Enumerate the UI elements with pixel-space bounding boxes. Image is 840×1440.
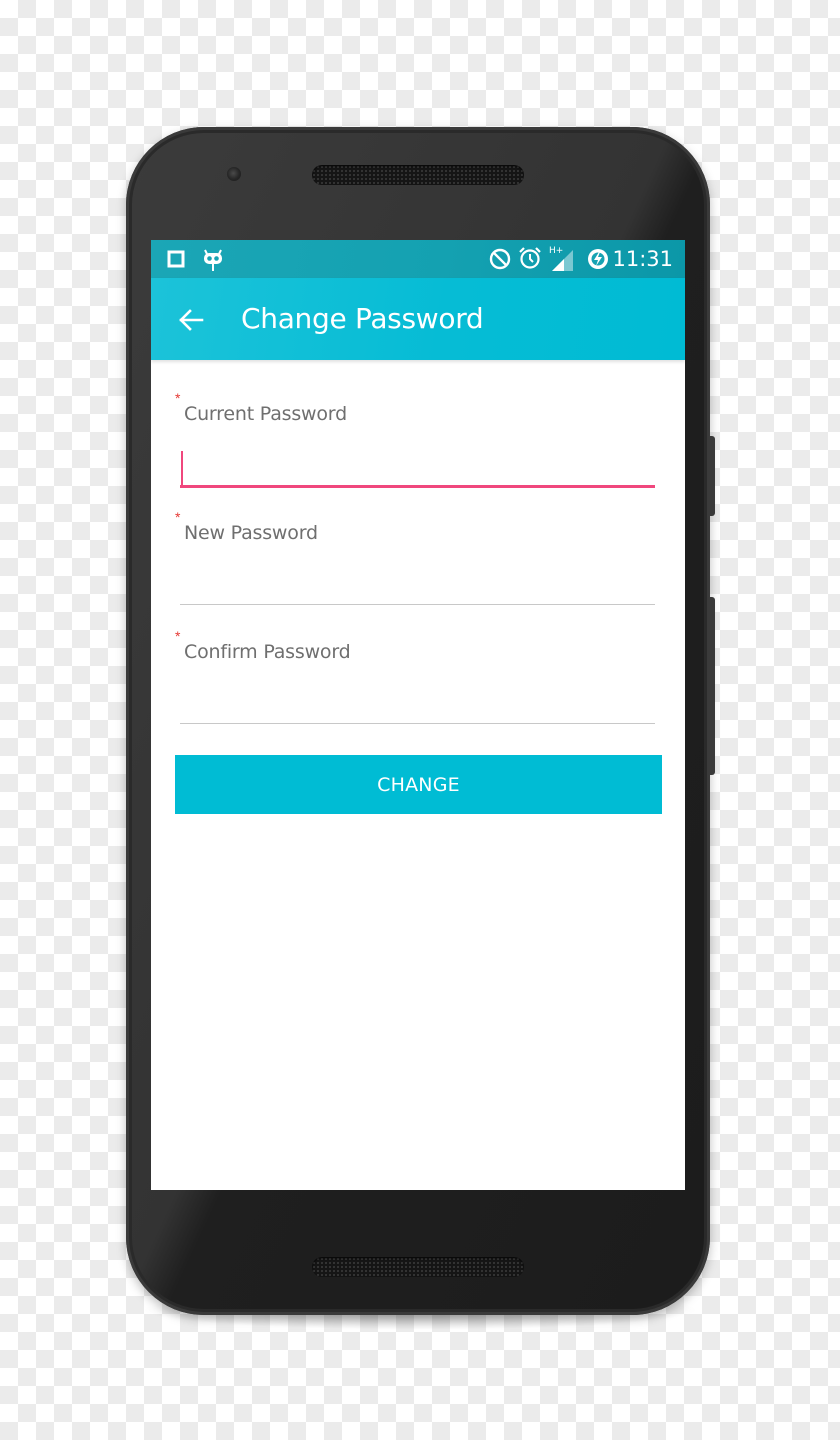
front-camera — [227, 167, 241, 181]
app-screen: H+ 11:31 Change Password * Current Passw… — [151, 240, 685, 1190]
confirm-password-field: * Confirm Password — [175, 629, 655, 729]
signal-hplus-icon: H+ — [549, 244, 575, 277]
back-button[interactable] — [175, 304, 207, 336]
required-marker: * — [175, 628, 181, 644]
current-password-field: * Current Password — [175, 391, 655, 491]
new-password-label: New Password — [184, 522, 318, 544]
do-not-disturb-icon — [489, 248, 511, 275]
required-marker: * — [175, 390, 181, 406]
arrow-left-icon — [179, 309, 204, 331]
cyanogenmod-icon — [201, 247, 225, 278]
battery-charging-icon — [586, 247, 610, 276]
page-title: Change Password — [241, 302, 484, 335]
volume-button — [709, 597, 715, 775]
square-notification-icon — [167, 250, 185, 273]
new-password-input[interactable] — [180, 566, 655, 605]
power-button — [709, 436, 715, 516]
network-type: H+ — [549, 246, 563, 256]
status-time: 11:31 — [612, 247, 673, 271]
new-password-field: * New Password — [175, 510, 655, 610]
top-speaker-grille — [312, 165, 524, 185]
required-marker: * — [175, 509, 181, 525]
change-button[interactable]: CHANGE — [175, 755, 662, 814]
alarm-icon — [518, 246, 542, 275]
confirm-password-label: Confirm Password — [184, 641, 351, 663]
status-bar: H+ 11:31 — [151, 240, 685, 278]
text-cursor — [181, 451, 183, 485]
current-password-label: Current Password — [184, 403, 347, 425]
bottom-speaker-grille — [312, 1257, 524, 1277]
current-password-input[interactable] — [180, 447, 655, 488]
confirm-password-input[interactable] — [180, 685, 655, 724]
app-bar: Change Password — [151, 278, 685, 360]
